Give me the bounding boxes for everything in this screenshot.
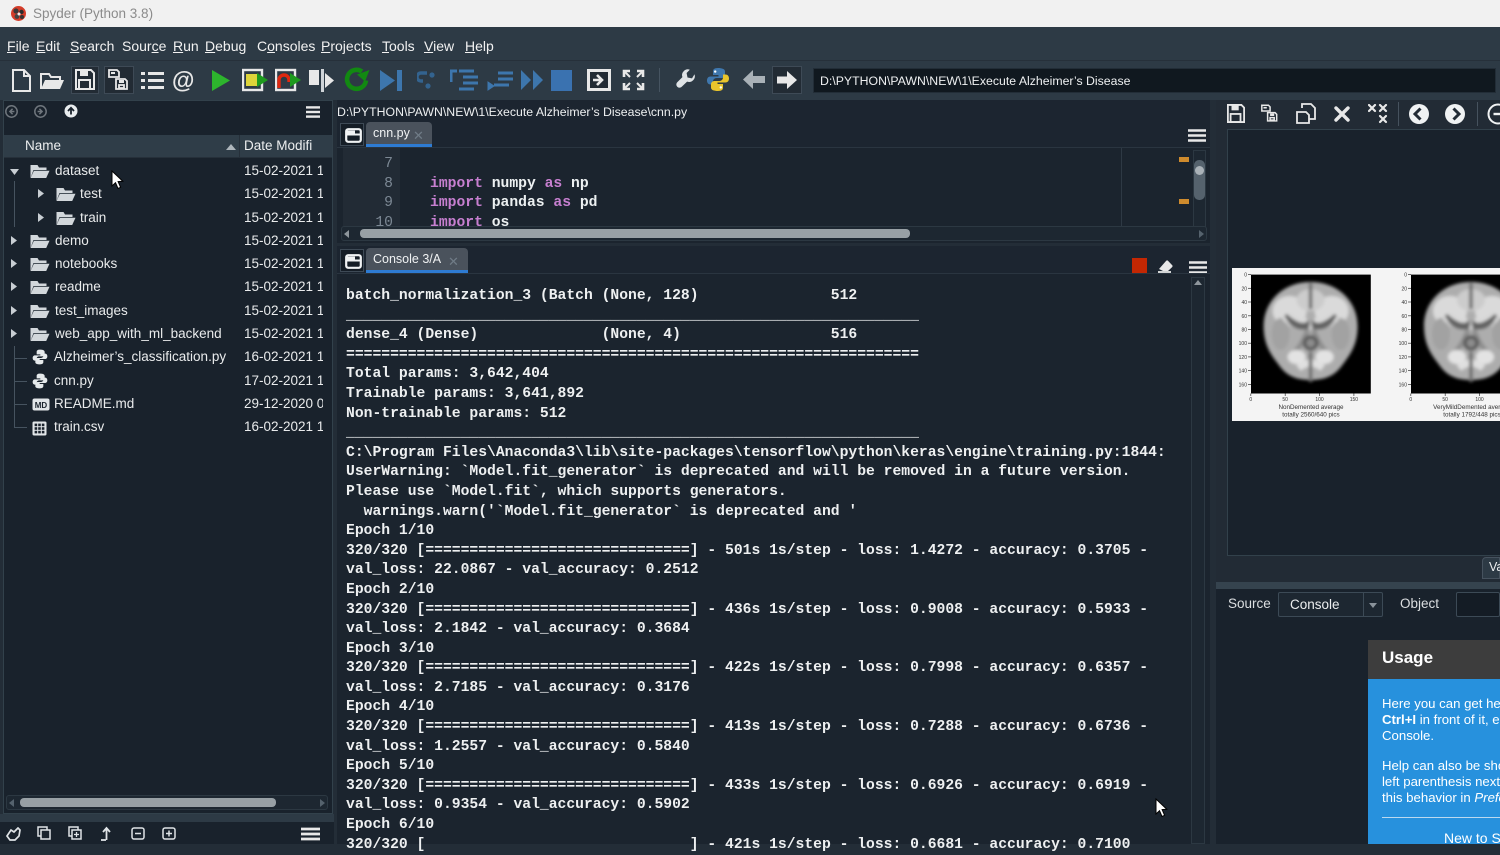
svg-text:160: 160 xyxy=(1239,382,1248,388)
svg-text:100: 100 xyxy=(1399,341,1408,347)
svg-text:50: 50 xyxy=(1282,397,1288,403)
svg-text:140: 140 xyxy=(1239,369,1248,375)
svg-text:60: 60 xyxy=(1401,314,1407,320)
svg-text:40: 40 xyxy=(1241,300,1247,306)
svg-text:NonDemented average: NonDemented average xyxy=(1278,404,1344,411)
svg-text:0: 0 xyxy=(1244,273,1247,279)
svg-text:0: 0 xyxy=(1249,397,1252,403)
svg-text:40: 40 xyxy=(1401,300,1407,306)
svg-text:80: 80 xyxy=(1241,328,1247,334)
svg-text:MD: MD xyxy=(35,401,48,410)
svg-text:150: 150 xyxy=(1350,397,1359,403)
svg-text:20: 20 xyxy=(1241,286,1247,292)
svg-text:20: 20 xyxy=(1401,286,1407,292)
svg-text:totally 2560/640 pics: totally 2560/640 pics xyxy=(1282,412,1339,419)
svg-text:140: 140 xyxy=(1399,369,1408,375)
svg-text:120: 120 xyxy=(1399,355,1408,361)
svg-text:100: 100 xyxy=(1239,341,1248,347)
svg-text:100: 100 xyxy=(1475,397,1484,403)
svg-text:60: 60 xyxy=(1241,314,1247,320)
svg-text:50: 50 xyxy=(1442,397,1448,403)
svg-text:100: 100 xyxy=(1315,397,1324,403)
svg-text:VeryMildDemented average: VeryMildDemented average xyxy=(1433,404,1500,411)
svg-text:160: 160 xyxy=(1399,382,1408,388)
svg-text:80: 80 xyxy=(1401,328,1407,334)
svg-text:totally 1792/448 pics: totally 1792/448 pics xyxy=(1443,412,1500,419)
svg-text:120: 120 xyxy=(1239,355,1248,361)
svg-text:0: 0 xyxy=(1409,397,1412,403)
svg-text:0: 0 xyxy=(1404,273,1407,279)
